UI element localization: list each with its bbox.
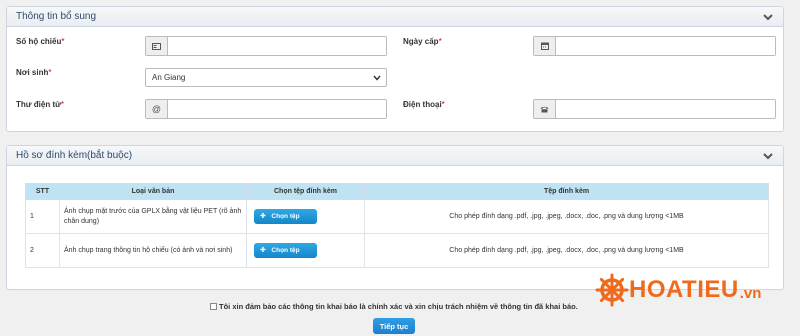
email-input-group: @ — [145, 99, 387, 119]
col-choose-file: Chọn tệp đính kèm — [246, 183, 365, 200]
attachments-title: Hồ sơ đính kèm(bắt buộc) — [16, 150, 133, 161]
passport-input-group — [145, 36, 387, 56]
phone-label: Điện thoại* — [403, 100, 445, 109]
next-button[interactable]: Tiếp tục — [373, 318, 415, 334]
row-stt: 2 — [25, 233, 60, 268]
additional-info-header[interactable]: Thông tin bổ sung — [7, 7, 783, 27]
hoatieu-logo: HOATIEU .vn — [595, 273, 762, 307]
id-card-icon — [146, 37, 168, 55]
plus-icon: ✚ — [260, 247, 266, 254]
chevron-down-icon — [373, 75, 381, 81]
plus-icon: ✚ — [260, 213, 266, 220]
table-header-row: STT Loại văn bản Chọn tệp đính kèm Tệp đ… — [25, 183, 769, 200]
birthplace-label: Nơi sinh* — [16, 68, 52, 77]
confirm-text: Tôi xin đảm bảo các thông tin khai báo l… — [219, 302, 578, 311]
row-doc-type: Ảnh chụp trang thông tin hộ chiếu (có ản… — [59, 233, 247, 268]
choose-file-button[interactable]: ✚ Chọn tệp — [254, 209, 317, 224]
at-sign-icon: @ — [146, 100, 168, 118]
row-file-note: Cho phép đính dạng .pdf, .jpg, .jpeg, .d… — [364, 199, 769, 234]
ship-wheel-icon — [595, 273, 629, 307]
issue-date-input[interactable] — [556, 37, 775, 55]
issue-date-input-group — [533, 36, 776, 56]
issue-date-label: Ngày cấp* — [403, 37, 442, 46]
birthplace-select[interactable]: An Giang — [145, 68, 387, 87]
col-attached-file: Tệp đính kèm — [364, 183, 769, 200]
email-input[interactable] — [168, 100, 386, 118]
chevron-down-icon[interactable] — [763, 152, 773, 160]
row-file-note: Cho phép đính dạng .pdf, .jpg, .jpeg, .d… — [364, 233, 769, 268]
row-stt: 1 — [25, 199, 60, 234]
phone-input-group — [533, 99, 776, 119]
calendar-icon — [534, 37, 556, 55]
additional-info-title: Thông tin bổ sung — [16, 11, 97, 22]
confirm-row: Tôi xin đảm bảo các thông tin khai báo l… — [210, 302, 578, 311]
choose-file-button[interactable]: ✚ Chọn tệp — [254, 243, 317, 258]
passport-label: Số hộ chiếu* — [16, 37, 65, 46]
phone-input[interactable] — [556, 100, 775, 118]
table-row: 1 Ảnh chụp mặt trước của GPLX bằng vật l… — [25, 199, 769, 234]
col-stt: STT — [25, 183, 60, 200]
chevron-down-icon[interactable] — [763, 13, 773, 21]
col-doc-type: Loại văn bản — [59, 183, 247, 200]
passport-input[interactable] — [168, 37, 386, 55]
birthplace-value: An Giang — [152, 73, 186, 82]
attachments-header[interactable]: Hồ sơ đính kèm(bắt buộc) — [7, 146, 783, 166]
additional-info-panel: Thông tin bổ sung Số hộ chiếu* Ngày cấp*… — [6, 6, 784, 132]
logo-brand: HOATIEU — [629, 276, 739, 303]
table-row: 2 Ảnh chụp trang thông tin hộ chiếu (có … — [25, 233, 769, 268]
confirm-checkbox[interactable] — [210, 303, 217, 310]
email-label: Thư điện tử* — [16, 100, 65, 109]
logo-suffix: .vn — [739, 284, 762, 302]
attachments-table: STT Loại văn bản Chọn tệp đính kèm Tệp đ… — [25, 183, 769, 268]
attachments-panel: Hồ sơ đính kèm(bắt buộc) STT Loại văn bả… — [6, 145, 784, 290]
row-doc-type: Ảnh chụp mặt trước của GPLX bằng vật liệ… — [59, 199, 247, 234]
phone-icon — [534, 100, 556, 118]
